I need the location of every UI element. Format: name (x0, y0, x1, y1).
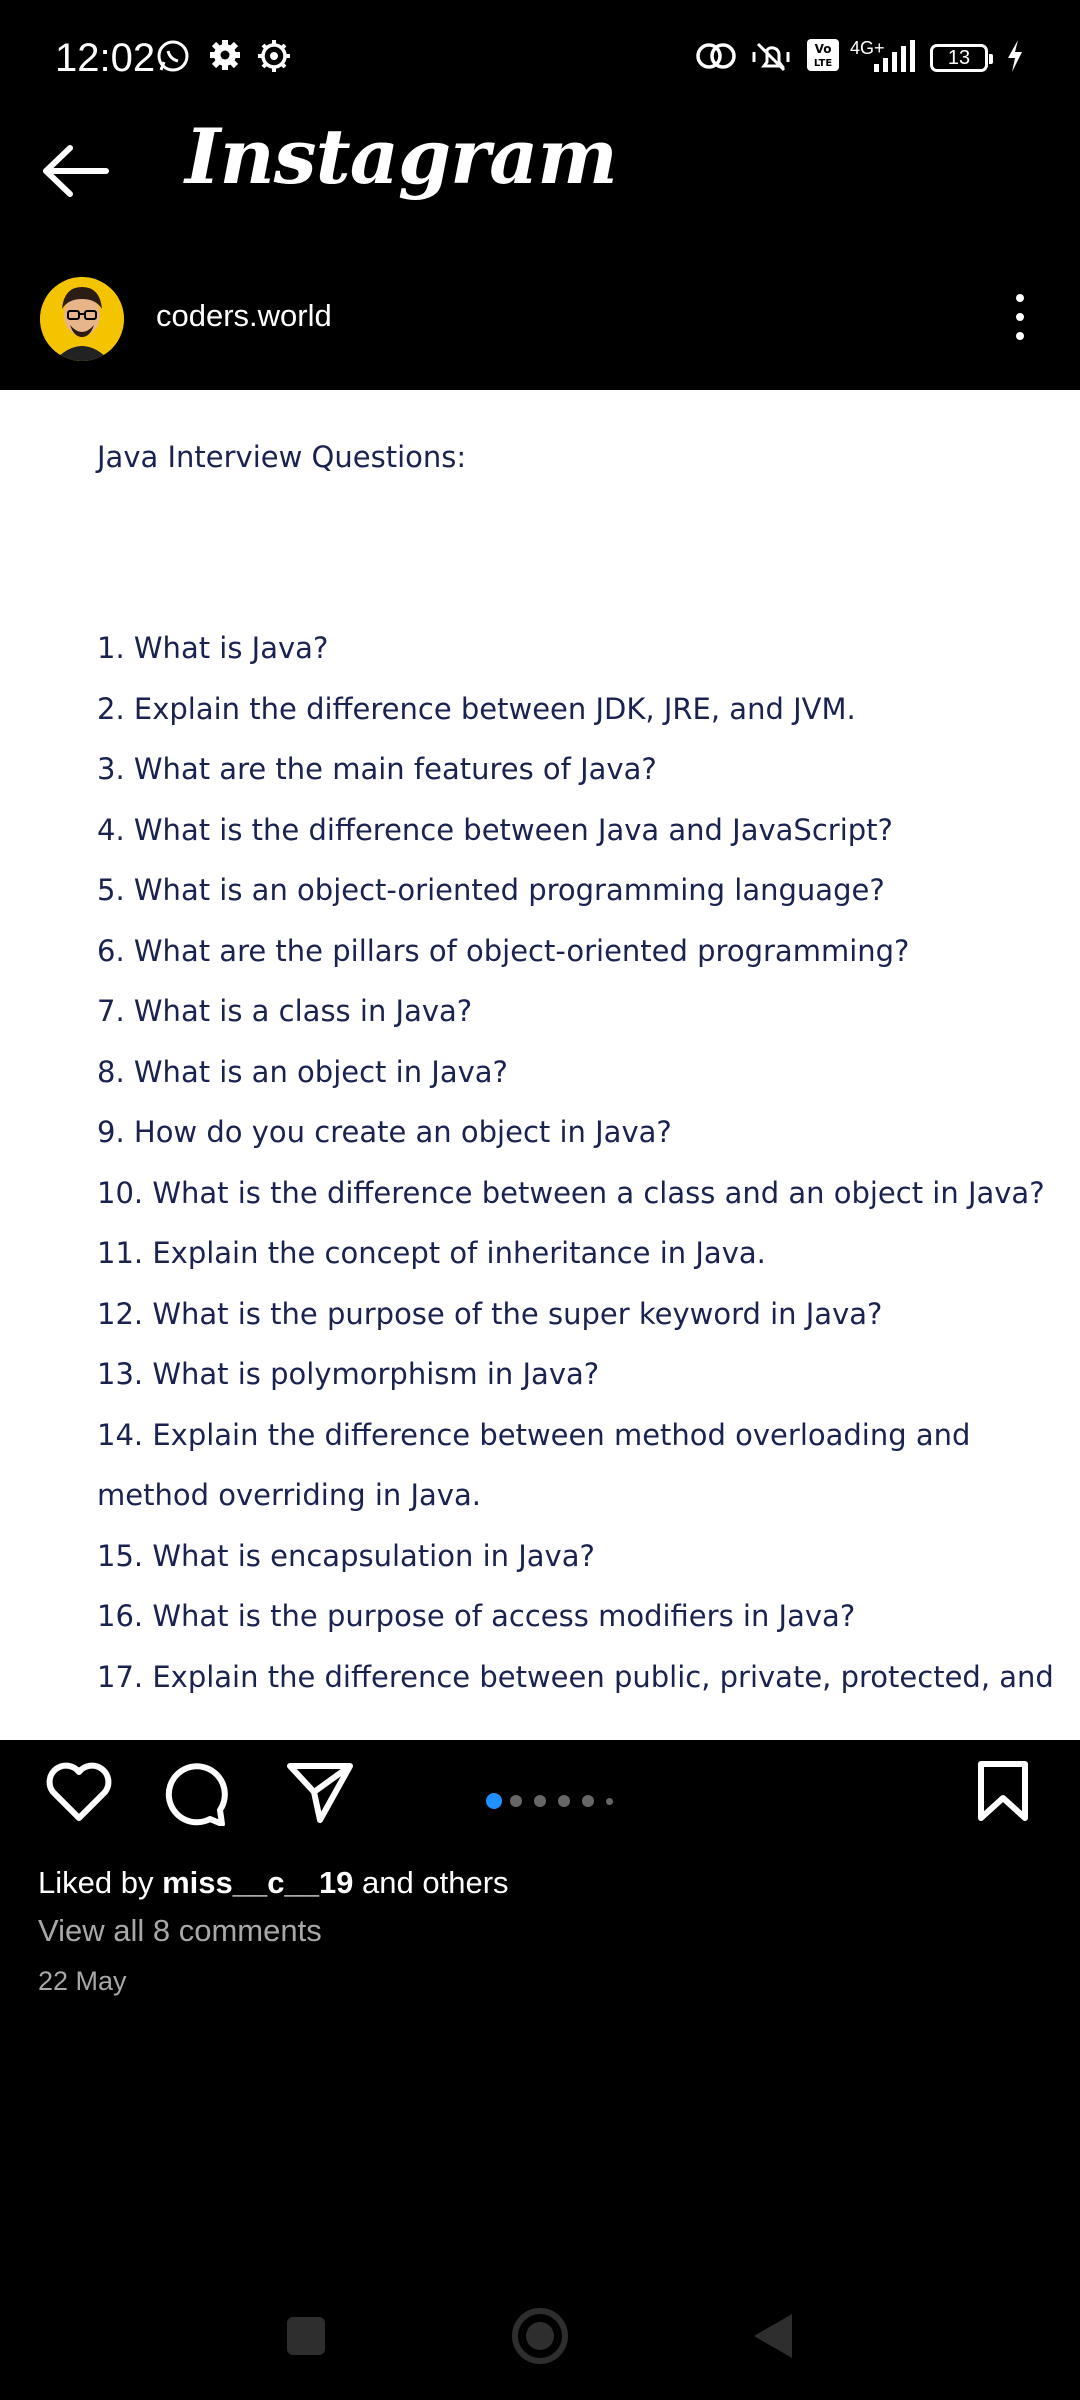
question-line: method overriding in Java. (97, 1478, 481, 1512)
carousel-dot-active (486, 1793, 502, 1809)
back-icon[interactable] (750, 2310, 796, 2362)
question-line: 7. What is a class in Java? (97, 994, 473, 1028)
post-image[interactable]: Java Interview Questions: 1. What is Jav… (0, 390, 1080, 1740)
bookmark-icon[interactable] (976, 1760, 1030, 1822)
carousel-dot (510, 1795, 522, 1807)
instagram-logo: Instagram (185, 112, 618, 201)
document-title: Java Interview Questions: (97, 440, 467, 474)
link-icon (696, 43, 736, 69)
likes-prefix: Liked by (38, 1865, 163, 1900)
post-actions (0, 1760, 1080, 1840)
avatar-image (40, 277, 124, 361)
carousel-dot (534, 1795, 546, 1807)
signal-icon (874, 40, 915, 72)
heart-icon[interactable] (44, 1760, 114, 1824)
settings-icon (210, 40, 240, 70)
settings-icon (258, 40, 290, 72)
svg-text:LTE: LTE (814, 58, 833, 69)
charging-icon (1008, 40, 1022, 72)
question-line: 14. Explain the difference between metho… (97, 1417, 971, 1452)
volte-icon: Vo LTE (807, 39, 839, 71)
question-line: 13. What is polymorphism in Java? (97, 1357, 600, 1391)
svg-text:Vo: Vo (815, 42, 832, 56)
question-line: 12. What is the purpose of the super key… (97, 1296, 883, 1331)
question-list: 1. What is Java? 2. Explain the differen… (97, 618, 1054, 1707)
carousel-dot (558, 1795, 570, 1807)
battery-icon: 13 (930, 44, 993, 72)
recents-icon[interactable] (284, 2314, 328, 2358)
more-options-icon[interactable] (1000, 288, 1040, 348)
question-line: 3. What are the main features of Java? (97, 752, 657, 786)
question-line: 5. What is an object-oriented programmin… (97, 873, 885, 907)
system-nav-bar (0, 2280, 1080, 2390)
question-line: 4. What is the difference between Java a… (97, 812, 893, 847)
carousel-dot (606, 1798, 613, 1805)
post-header: coders.world (0, 262, 1080, 376)
question-line: 15. What is encapsulation in Java? (97, 1538, 595, 1573)
whatsapp-icon (157, 40, 189, 72)
question-line: 9. How do you create an object in Java? (97, 1115, 672, 1149)
status-bar: 12:02 Vo LTE 4G+ 13 (0, 0, 1080, 120)
back-arrow-icon[interactable] (42, 140, 112, 200)
question-line: 17. Explain the difference between publi… (97, 1659, 1054, 1694)
status-time: 12:02 (55, 36, 156, 80)
question-line: 11. Explain the concept of inheritance i… (97, 1236, 766, 1270)
post-username[interactable]: coders.world (156, 298, 332, 334)
liked-by-user[interactable]: miss__c__19 (162, 1865, 353, 1900)
post-date: 22 May (38, 1966, 127, 1996)
question-line: 16. What is the purpose of access modifi… (97, 1599, 856, 1633)
question-line: 8. What is an object in Java? (97, 1054, 508, 1089)
question-line: 6. What are the pillars of object-orient… (97, 933, 910, 968)
home-icon[interactable] (510, 2306, 570, 2366)
likes-suffix: and others (353, 1865, 509, 1900)
question-line: 2. Explain the difference between JDK, J… (97, 691, 856, 726)
comment-icon[interactable] (164, 1760, 230, 1826)
view-comments-link[interactable]: View all 8 comments (38, 1913, 322, 1949)
share-icon[interactable] (286, 1760, 356, 1826)
carousel-dot (582, 1795, 594, 1807)
question-line: 10. What is the difference between a cla… (97, 1175, 1045, 1210)
avatar[interactable] (40, 277, 124, 361)
silent-icon (752, 42, 790, 72)
question-line: 1. What is Java? (97, 631, 329, 665)
likes-summary[interactable]: Liked by miss__c__19 and others (38, 1865, 509, 1901)
